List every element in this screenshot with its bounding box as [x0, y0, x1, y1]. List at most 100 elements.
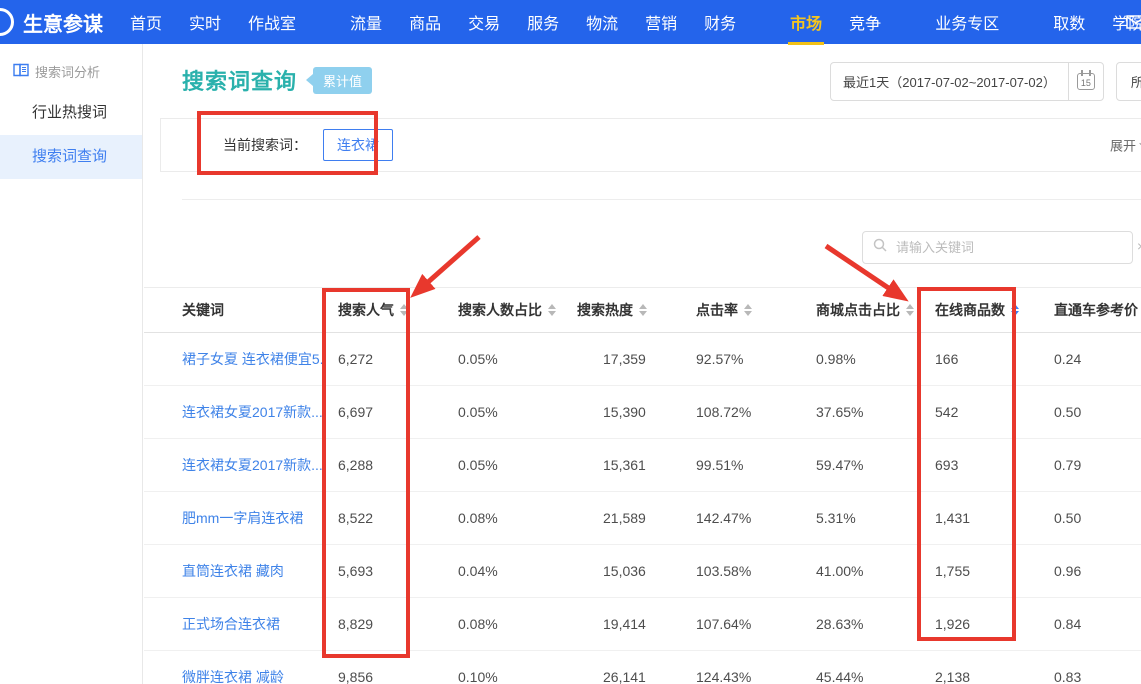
clear-icon[interactable]: × — [1137, 238, 1141, 254]
sort-icon[interactable] — [639, 304, 647, 316]
nav-item-business-zone[interactable]: 业务专区 — [935, 10, 999, 34]
filter-card: 当前搜索词： 连衣裙 展开 — [160, 118, 1141, 172]
keyword-link[interactable]: 裙子女夏 连衣裙便宜5.. — [182, 351, 322, 367]
nav-item-service[interactable]: 服务 — [527, 10, 559, 34]
cumulative-value-badge: 累计值 — [313, 67, 372, 94]
keyword-link[interactable]: 连衣裙女夏2017新款... — [182, 457, 322, 473]
cell-ztc-price: 0.24 — [1040, 351, 1141, 367]
keyword-link[interactable]: 微胖连衣裙 减龄 — [182, 669, 284, 684]
cell-search-heat: 15,361 — [565, 457, 680, 473]
cell-ztc-price: 0.79 — [1040, 457, 1141, 473]
nav-item-competition[interactable]: 竞争 — [849, 10, 881, 34]
cell-mall-click-share: 0.98% — [780, 351, 917, 367]
sort-icon-active[interactable] — [1011, 304, 1019, 316]
cell-click-rate: 92.57% — [680, 351, 780, 367]
app-logo[interactable]: 生意参谋 — [0, 8, 103, 37]
keyword-link[interactable]: 连衣裙女夏2017新款... — [182, 404, 322, 420]
page: 生意参谋 首页 实时 作战室 流量 商品 交易 服务 物流 营销 财务 市场 竞… — [0, 0, 1141, 684]
page-title: 搜索词查询 — [182, 64, 297, 96]
cell-online-items: 1,926 — [917, 616, 1040, 632]
table-row: 微胖连衣裙 减龄 9,856 0.10% 26,141 124.43% 45.4… — [144, 651, 1141, 684]
sidebar-section-label: 搜索词分析 — [35, 62, 100, 81]
cell-search-heat: 21,589 — [565, 510, 680, 526]
keyword-link[interactable]: 正式场合连衣裙 — [182, 616, 280, 632]
cell-searcher-share: 0.05% — [445, 457, 565, 473]
col-header-search-heat: 搜索热度 — [565, 300, 680, 320]
cell-search-heat: 15,390 — [565, 404, 680, 420]
cell-ztc-price: 0.50 — [1040, 404, 1141, 420]
current-keyword-tag[interactable]: 连衣裙 — [323, 129, 393, 161]
cell-click-rate: 107.64% — [680, 616, 780, 632]
nav-item-trade[interactable]: 交易 — [468, 10, 500, 34]
sort-icon[interactable] — [548, 304, 556, 316]
cell-searcher-share: 0.08% — [445, 616, 565, 632]
calendar-segment[interactable]: 15 — [1068, 63, 1103, 100]
main-content: 搜索词查询 累计值 最近1天（2017-07-02~2017-07-02） 15… — [144, 44, 1141, 684]
nav-item-realtime[interactable]: 实时 — [189, 10, 221, 34]
cell-search-popularity: 8,829 — [322, 616, 445, 632]
table-row: 连衣裙女夏2017新款... 6,288 0.05% 15,361 99.51%… — [144, 439, 1141, 492]
date-range-text: 最近1天（2017-07-02~2017-07-02） — [831, 63, 1068, 100]
logo-text: 生意参谋 — [23, 8, 103, 37]
col-header-ztc-reference-price: 直通车参考价 — [1040, 300, 1141, 320]
cell-searcher-share: 0.05% — [445, 351, 565, 367]
sidebar-item-search-word-query[interactable]: 搜索词查询 — [0, 135, 142, 179]
cell-searcher-share: 0.04% — [445, 563, 565, 579]
cell-online-items: 1,431 — [917, 510, 1040, 526]
cell-ztc-price: 0.96 — [1040, 563, 1141, 579]
terminal-select-button[interactable]: 所有终端 — [1116, 62, 1141, 101]
sort-icon[interactable] — [744, 304, 752, 316]
nav-item-goods[interactable]: 商品 — [409, 10, 441, 34]
nav-item-home[interactable]: 首页 — [130, 10, 162, 34]
main-header: 搜索词查询 累计值 最近1天（2017-07-02~2017-07-02） 15… — [144, 44, 1141, 118]
cell-ztc-price: 0.83 — [1040, 669, 1141, 684]
sort-icon[interactable] — [400, 304, 408, 316]
nav-item-data-fetch[interactable]: 取数 — [1053, 10, 1085, 34]
date-controls: 最近1天（2017-07-02~2017-07-02） 15 所有终端 — [830, 62, 1141, 101]
cell-ztc-price: 0.84 — [1040, 616, 1141, 632]
cell-click-rate: 108.72% — [680, 404, 780, 420]
report-icon — [13, 63, 29, 80]
cell-search-popularity: 8,522 — [322, 510, 445, 526]
cell-search-popularity: 6,697 — [322, 404, 445, 420]
table-row: 裙子女夏 连衣裙便宜5.. 6,272 0.05% 17,359 92.57% … — [144, 333, 1141, 386]
table-row: 肥mm一字肩连衣裙 8,522 0.08% 21,589 142.47% 5.3… — [144, 492, 1141, 545]
nav-item-war-room[interactable]: 作战室 — [248, 10, 296, 34]
keyword-search-box[interactable] — [862, 231, 1133, 264]
col-header-searcher-share: 搜索人数占比 — [445, 300, 565, 320]
cell-search-popularity: 6,288 — [322, 457, 445, 473]
col-header-keyword: 关键词 — [144, 300, 322, 320]
nav-item-finance[interactable]: 财务 — [704, 10, 736, 34]
search-icon — [873, 238, 887, 257]
nav-item-traffic[interactable]: 流量 — [350, 10, 382, 34]
cell-click-rate: 142.47% — [680, 510, 780, 526]
sort-icon[interactable] — [906, 304, 914, 316]
calendar-icon: 15 — [1077, 73, 1095, 90]
cell-search-heat: 15,036 — [565, 563, 680, 579]
cell-mall-click-share: 59.47% — [780, 457, 917, 473]
date-range-button[interactable]: 最近1天（2017-07-02~2017-07-02） 15 — [830, 62, 1104, 101]
keyword-link[interactable]: 直筒连衣裙 藏肉 — [182, 563, 284, 579]
current-keyword-label: 当前搜索词： — [223, 135, 307, 155]
cell-online-items: 166 — [917, 351, 1040, 367]
search-input[interactable] — [894, 239, 1124, 256]
search-words-table: 关键词 搜索人气 搜索人数占比 搜索热度 点击率 商城点击占比 在线商品数 直通… — [144, 287, 1141, 684]
cell-mall-click-share: 37.65% — [780, 404, 917, 420]
cell-searcher-share: 0.08% — [445, 510, 565, 526]
sidebar-item-industry-hot-words[interactable]: 行业热搜词 — [0, 91, 142, 135]
cell-ztc-price: 0.50 — [1040, 510, 1141, 526]
nav-item-marketing[interactable]: 营销 — [645, 10, 677, 34]
expand-label: 展开 — [1110, 139, 1136, 154]
nav-item-market[interactable]: 市场 — [790, 10, 822, 34]
nav-item-logistics[interactable]: 物流 — [586, 10, 618, 34]
cell-online-items: 693 — [917, 457, 1040, 473]
table-row: 正式场合连衣裙 8,829 0.08% 19,414 107.64% 28.63… — [144, 598, 1141, 651]
expand-toggle[interactable]: 展开 — [1110, 136, 1141, 155]
keyword-link[interactable]: 肥mm一字肩连衣裙 — [182, 510, 303, 526]
mail-icon[interactable] — [1126, 15, 1141, 34]
cell-online-items: 542 — [917, 404, 1040, 420]
cell-online-items: 1,755 — [917, 563, 1040, 579]
cell-search-popularity: 5,693 — [322, 563, 445, 579]
cell-online-items: 2,138 — [917, 669, 1040, 684]
cell-searcher-share: 0.10% — [445, 669, 565, 684]
